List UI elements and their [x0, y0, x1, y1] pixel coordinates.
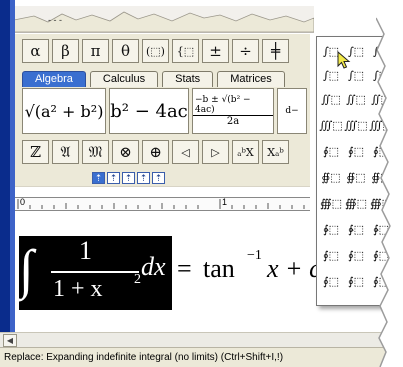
- palette-item[interactable]: ∰⬚: [344, 193, 368, 213]
- beta-button[interactable]: β: [52, 39, 79, 63]
- symbol-toolbar-row-1: α β π θ (⬚) {⬚ ± ÷ ╪: [22, 39, 289, 65]
- nudge-button-2[interactable]: ⇡: [107, 172, 120, 184]
- nudge-button-3[interactable]: ⇡: [122, 172, 135, 184]
- equation-editor-area[interactable]: ∫ 1 1 + x 2 dx = tan −1 x + c: [15, 228, 321, 332]
- mouse-pointer-icon: [337, 51, 351, 69]
- nudge-button-5[interactable]: ⇡: [152, 172, 165, 184]
- quadratic-numerator: −b ± √(b² − 4ac): [193, 95, 273, 116]
- nudge-buttons: ⇡ ⇡ ⇡ ⇡ ⇡: [92, 172, 165, 184]
- palette-item[interactable]: ∮⬚: [319, 245, 343, 265]
- tab-matrices[interactable]: Matrices: [217, 71, 285, 87]
- status-bar: Replace: Expanding indefinite integral (…: [0, 347, 403, 367]
- quadratic-denominator: 2a: [226, 116, 240, 127]
- tab-algebra[interactable]: Algebra: [22, 71, 86, 87]
- nudge-button-4[interactable]: ⇡: [137, 172, 150, 184]
- fraction-bar: [51, 271, 139, 273]
- integers-button[interactable]: ℤ: [22, 140, 49, 164]
- title-strip: - - -: [14, 6, 314, 33]
- equation-editor-window: - - - α β π θ (⬚) {⬚ ± ÷ ╪ Algebra Calcu…: [0, 0, 403, 367]
- equals-sign: =: [177, 254, 192, 283]
- fraktur-m-button[interactable]: 𝔐: [82, 140, 109, 164]
- post-subscript-button[interactable]: Xₐᵇ: [262, 140, 289, 164]
- tab-stats[interactable]: Stats: [162, 71, 214, 87]
- left-triangle-button[interactable]: ◁: [172, 140, 199, 164]
- template-tabs: Algebra Calculus Stats Matrices: [22, 71, 285, 87]
- dx-symbol: dx: [141, 252, 166, 281]
- right-triangle-button[interactable]: ▷: [202, 140, 229, 164]
- fraction-numerator: 1: [79, 236, 92, 265]
- palette-item[interactable]: ∳⬚: [319, 219, 343, 239]
- window-left-border: [0, 0, 10, 367]
- palette-item[interactable]: ∭⬚: [319, 115, 343, 135]
- rhs-variable: x + c: [267, 254, 321, 283]
- tan-function: tan: [203, 254, 235, 283]
- status-text: Replace: Expanding indefinite integral (…: [4, 352, 284, 363]
- horizontal-scrollbar[interactable]: ◀: [0, 332, 403, 347]
- fraction-denominator: 1 + x: [53, 276, 103, 302]
- quadratic-formula-template-button[interactable]: −b ± √(b² − 4ac) 2a: [192, 88, 274, 134]
- palette-item[interactable]: ∭⬚: [344, 115, 368, 135]
- matrix-button[interactable]: ╪: [262, 39, 289, 63]
- sqrt-sum-template-button[interactable]: √(a² + b²): [22, 88, 106, 134]
- palette-item[interactable]: ∮⬚: [344, 245, 368, 265]
- ruler-track: [15, 197, 310, 211]
- ruler-label-one: 1: [222, 197, 228, 207]
- palette-item[interactable]: ∮⬚: [319, 141, 343, 161]
- circle-times-button[interactable]: ⊗: [112, 140, 139, 164]
- palette-item[interactable]: ∮⬚: [319, 271, 343, 291]
- tab-calculus[interactable]: Calculus: [89, 71, 159, 87]
- circle-plus-button[interactable]: ⊕: [142, 140, 169, 164]
- ruler[interactable]: 0 1: [15, 186, 310, 229]
- nudge-button-1[interactable]: ⇡: [92, 172, 105, 184]
- denominator-exponent: 2: [134, 272, 141, 287]
- alpha-button[interactable]: α: [22, 39, 49, 63]
- palette-item[interactable]: ∯⬚: [319, 167, 343, 187]
- parentheses-button[interactable]: (⬚): [142, 39, 169, 63]
- ruler-ticks: [17, 199, 305, 209]
- palette-item[interactable]: ∮⬚: [344, 271, 368, 291]
- theta-button[interactable]: θ: [112, 39, 139, 63]
- tan-exponent: −1: [247, 248, 262, 263]
- template-row: √(a² + b²) b² − 4ac −b ± √(b² − 4ac) 2a …: [22, 88, 307, 136]
- derivative-template-button[interactable]: d−: [277, 88, 307, 134]
- torn-right-edge: [376, 0, 403, 367]
- palette-item[interactable]: ∬⬚: [344, 89, 368, 109]
- discriminant-template-button[interactable]: b² − 4ac: [109, 88, 189, 134]
- brace-button[interactable]: {⬚: [172, 39, 199, 63]
- palette-item[interactable]: ∬⬚: [319, 89, 343, 109]
- ruler-label-zero: 0: [20, 197, 26, 207]
- fraktur-a-button[interactable]: 𝔄: [52, 140, 79, 164]
- scroll-left-arrow-icon[interactable]: ◀: [3, 334, 17, 347]
- symbol-toolbar-row-2: ℤ 𝔄 𝔐 ⊗ ⊕ ◁ ▷ ₐᵇX Xₐᵇ: [22, 140, 289, 166]
- plus-minus-button[interactable]: ±: [202, 39, 229, 63]
- integral-sign: ∫: [19, 239, 34, 299]
- svg-text:- - -: - - -: [48, 15, 62, 25]
- torn-title-decoration: - - -: [14, 11, 314, 32]
- palette-item[interactable]: ∳⬚: [344, 219, 368, 239]
- fraction-button[interactable]: ÷: [232, 39, 259, 63]
- pi-button[interactable]: π: [82, 39, 109, 63]
- pre-subscript-button[interactable]: ₐᵇX: [232, 140, 259, 164]
- palette-item[interactable]: ∰⬚: [319, 193, 343, 213]
- palette-item[interactable]: ∮⬚: [344, 141, 368, 161]
- palette-item[interactable]: ∯⬚: [344, 167, 368, 187]
